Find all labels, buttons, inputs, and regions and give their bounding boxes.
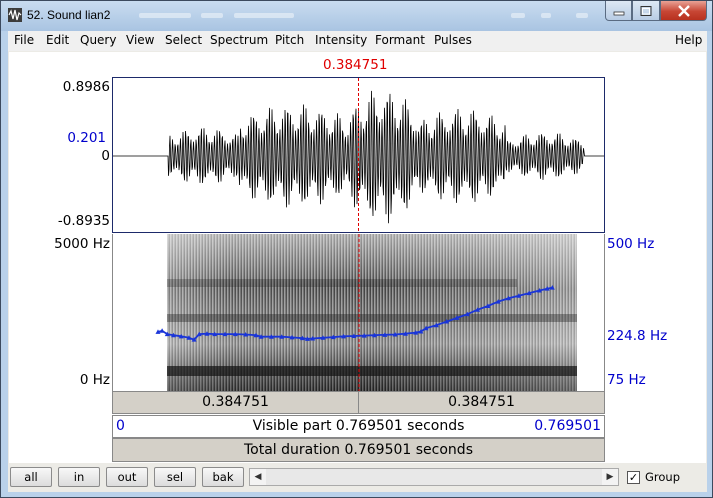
blurred-text <box>511 13 525 18</box>
menu-spectrum[interactable]: Spectrum <box>210 33 268 47</box>
maximize-icon <box>640 5 652 16</box>
menu-view[interactable]: View <box>126 33 154 47</box>
sound-editor-panel[interactable]: 0.384751 0.8986 0.201 0 -0.8935 5000 Hz … <box>9 52 706 463</box>
waveform-max-label: 0.8986 <box>62 79 110 95</box>
spectrogram-top-frequency-label: 5000 Hz <box>54 236 110 252</box>
menu-query[interactable]: Query <box>80 33 116 47</box>
visible-end-label: 0.769501 <box>534 418 601 434</box>
title-bar[interactable]: 52. Sound lian2 <box>1 1 712 31</box>
total-duration-text: Total duration 0.769501 seconds <box>244 442 473 458</box>
minimize-button[interactable] <box>605 1 632 21</box>
pitch-contour <box>155 285 555 342</box>
praat-app-icon <box>8 8 22 22</box>
waveform-zero-label: 0 <box>101 148 110 164</box>
editor-client-area: File Edit Query View Select Spectrum Pit… <box>8 31 707 492</box>
menu-help[interactable]: Help <box>675 33 702 47</box>
checkmark-icon: ✓ <box>628 471 639 484</box>
menu-bar: File Edit Query View Select Spectrum Pit… <box>8 31 707 51</box>
group-checkbox-label: Group <box>645 470 681 484</box>
blurred-text <box>234 13 294 18</box>
group-checkbox[interactable]: ✓ <box>627 471 640 484</box>
cursor-time-bar[interactable]: 0.384751 0.384751 <box>112 391 605 414</box>
time-after-cursor[interactable]: 0.384751 <box>359 394 604 410</box>
zoom-out-button[interactable]: out <box>106 467 148 487</box>
zoom-in-button[interactable]: in <box>58 467 100 487</box>
zoom-to-selection-button[interactable]: sel <box>154 467 196 487</box>
app-window: 52. Sound lian2 File Edit Query View Sel… <box>0 0 713 498</box>
pitch-contour-line <box>157 286 553 341</box>
visible-part-text: Visible part 0.769501 seconds <box>252 418 465 434</box>
blurred-text <box>139 13 191 18</box>
zoom-back-button[interactable]: bak <box>202 467 244 487</box>
pitch-bottom-label: 75 Hz <box>607 372 646 388</box>
zoom-all-button[interactable]: all <box>10 467 52 487</box>
pitch-top-label: 500 Hz <box>607 236 655 252</box>
pitch-cursor-value-label: 224.8 Hz <box>607 328 668 344</box>
menu-edit[interactable]: Edit <box>46 33 69 47</box>
menu-formant[interactable]: Formant <box>375 33 425 47</box>
bottom-toolbar: all in out sel bak ◀ ▶ ✓ Group <box>8 463 707 492</box>
menu-file[interactable]: File <box>14 33 34 47</box>
menu-select[interactable]: Select <box>165 33 202 47</box>
blurred-text <box>576 13 588 18</box>
horizontal-scrollbar[interactable]: ◀ ▶ <box>249 468 619 486</box>
cursor-time-label: 0.384751 <box>323 57 388 73</box>
waveform-plot <box>113 78 604 232</box>
spectrogram-bottom-frequency-label: 0 Hz <box>79 372 110 388</box>
waveform-cursor-value-label: 0.201 <box>67 130 106 146</box>
waveform-view[interactable] <box>112 77 605 233</box>
menu-pitch[interactable]: Pitch <box>275 33 304 47</box>
scroll-left-arrow-icon[interactable]: ◀ <box>250 469 266 485</box>
scroll-right-arrow-icon[interactable]: ▶ <box>602 469 618 485</box>
window-title: 52. Sound lian2 <box>27 8 111 22</box>
blurred-text <box>201 13 223 18</box>
time-before-cursor[interactable]: 0.384751 <box>113 394 358 410</box>
maximize-button[interactable] <box>632 1 660 21</box>
blurred-text <box>541 13 551 18</box>
minimize-icon <box>613 11 624 15</box>
close-icon <box>677 4 690 17</box>
menu-intensity[interactable]: Intensity <box>315 33 367 47</box>
waveform-min-label: -0.8935 <box>57 213 110 229</box>
visible-part-bar[interactable]: 0 Visible part 0.769501 seconds 0.769501 <box>112 415 605 438</box>
spectrogram-view[interactable] <box>112 234 605 391</box>
menu-pulses[interactable]: Pulses <box>434 33 472 47</box>
total-duration-bar[interactable]: Total duration 0.769501 seconds <box>112 438 605 462</box>
close-button[interactable] <box>660 1 707 21</box>
